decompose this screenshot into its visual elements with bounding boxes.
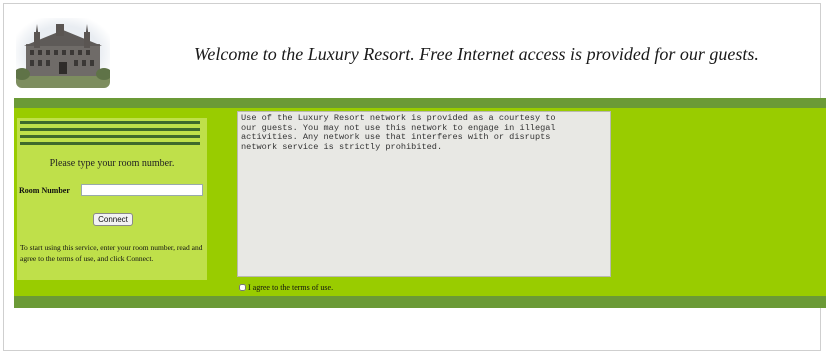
- instructions-text: To start using this service, enter your …: [20, 243, 203, 263]
- login-panel: Please type your room number. Room Numbe…: [17, 118, 207, 280]
- portal-content: Please type your room number. Room Numbe…: [14, 98, 826, 308]
- page-header: Welcome to the Luxury Resort. Free Inter…: [14, 18, 814, 94]
- resort-logo-image: [16, 18, 110, 88]
- browser-page: Welcome to the Luxury Resort. Free Inter…: [3, 3, 826, 351]
- welcome-heading: Welcome to the Luxury Resort. Free Inter…: [194, 44, 759, 64]
- bottom-band: [14, 296, 826, 308]
- terms-of-use-textarea[interactable]: Use of the Luxury Resort network is prov…: [237, 111, 611, 277]
- connect-button[interactable]: Connect: [93, 213, 133, 226]
- room-prompt: Please type your room number.: [49, 158, 175, 169]
- agree-terms-row: I agree to the terms of use.: [239, 281, 333, 293]
- mansion-icon: [16, 24, 110, 88]
- room-number-input[interactable]: [81, 184, 203, 196]
- agree-terms-label: I agree to the terms of use.: [248, 282, 334, 292]
- top-band: [14, 98, 826, 108]
- room-number-label: Room Number: [19, 186, 70, 195]
- agree-terms-checkbox[interactable]: [239, 283, 246, 291]
- decorative-stripes: [20, 121, 200, 149]
